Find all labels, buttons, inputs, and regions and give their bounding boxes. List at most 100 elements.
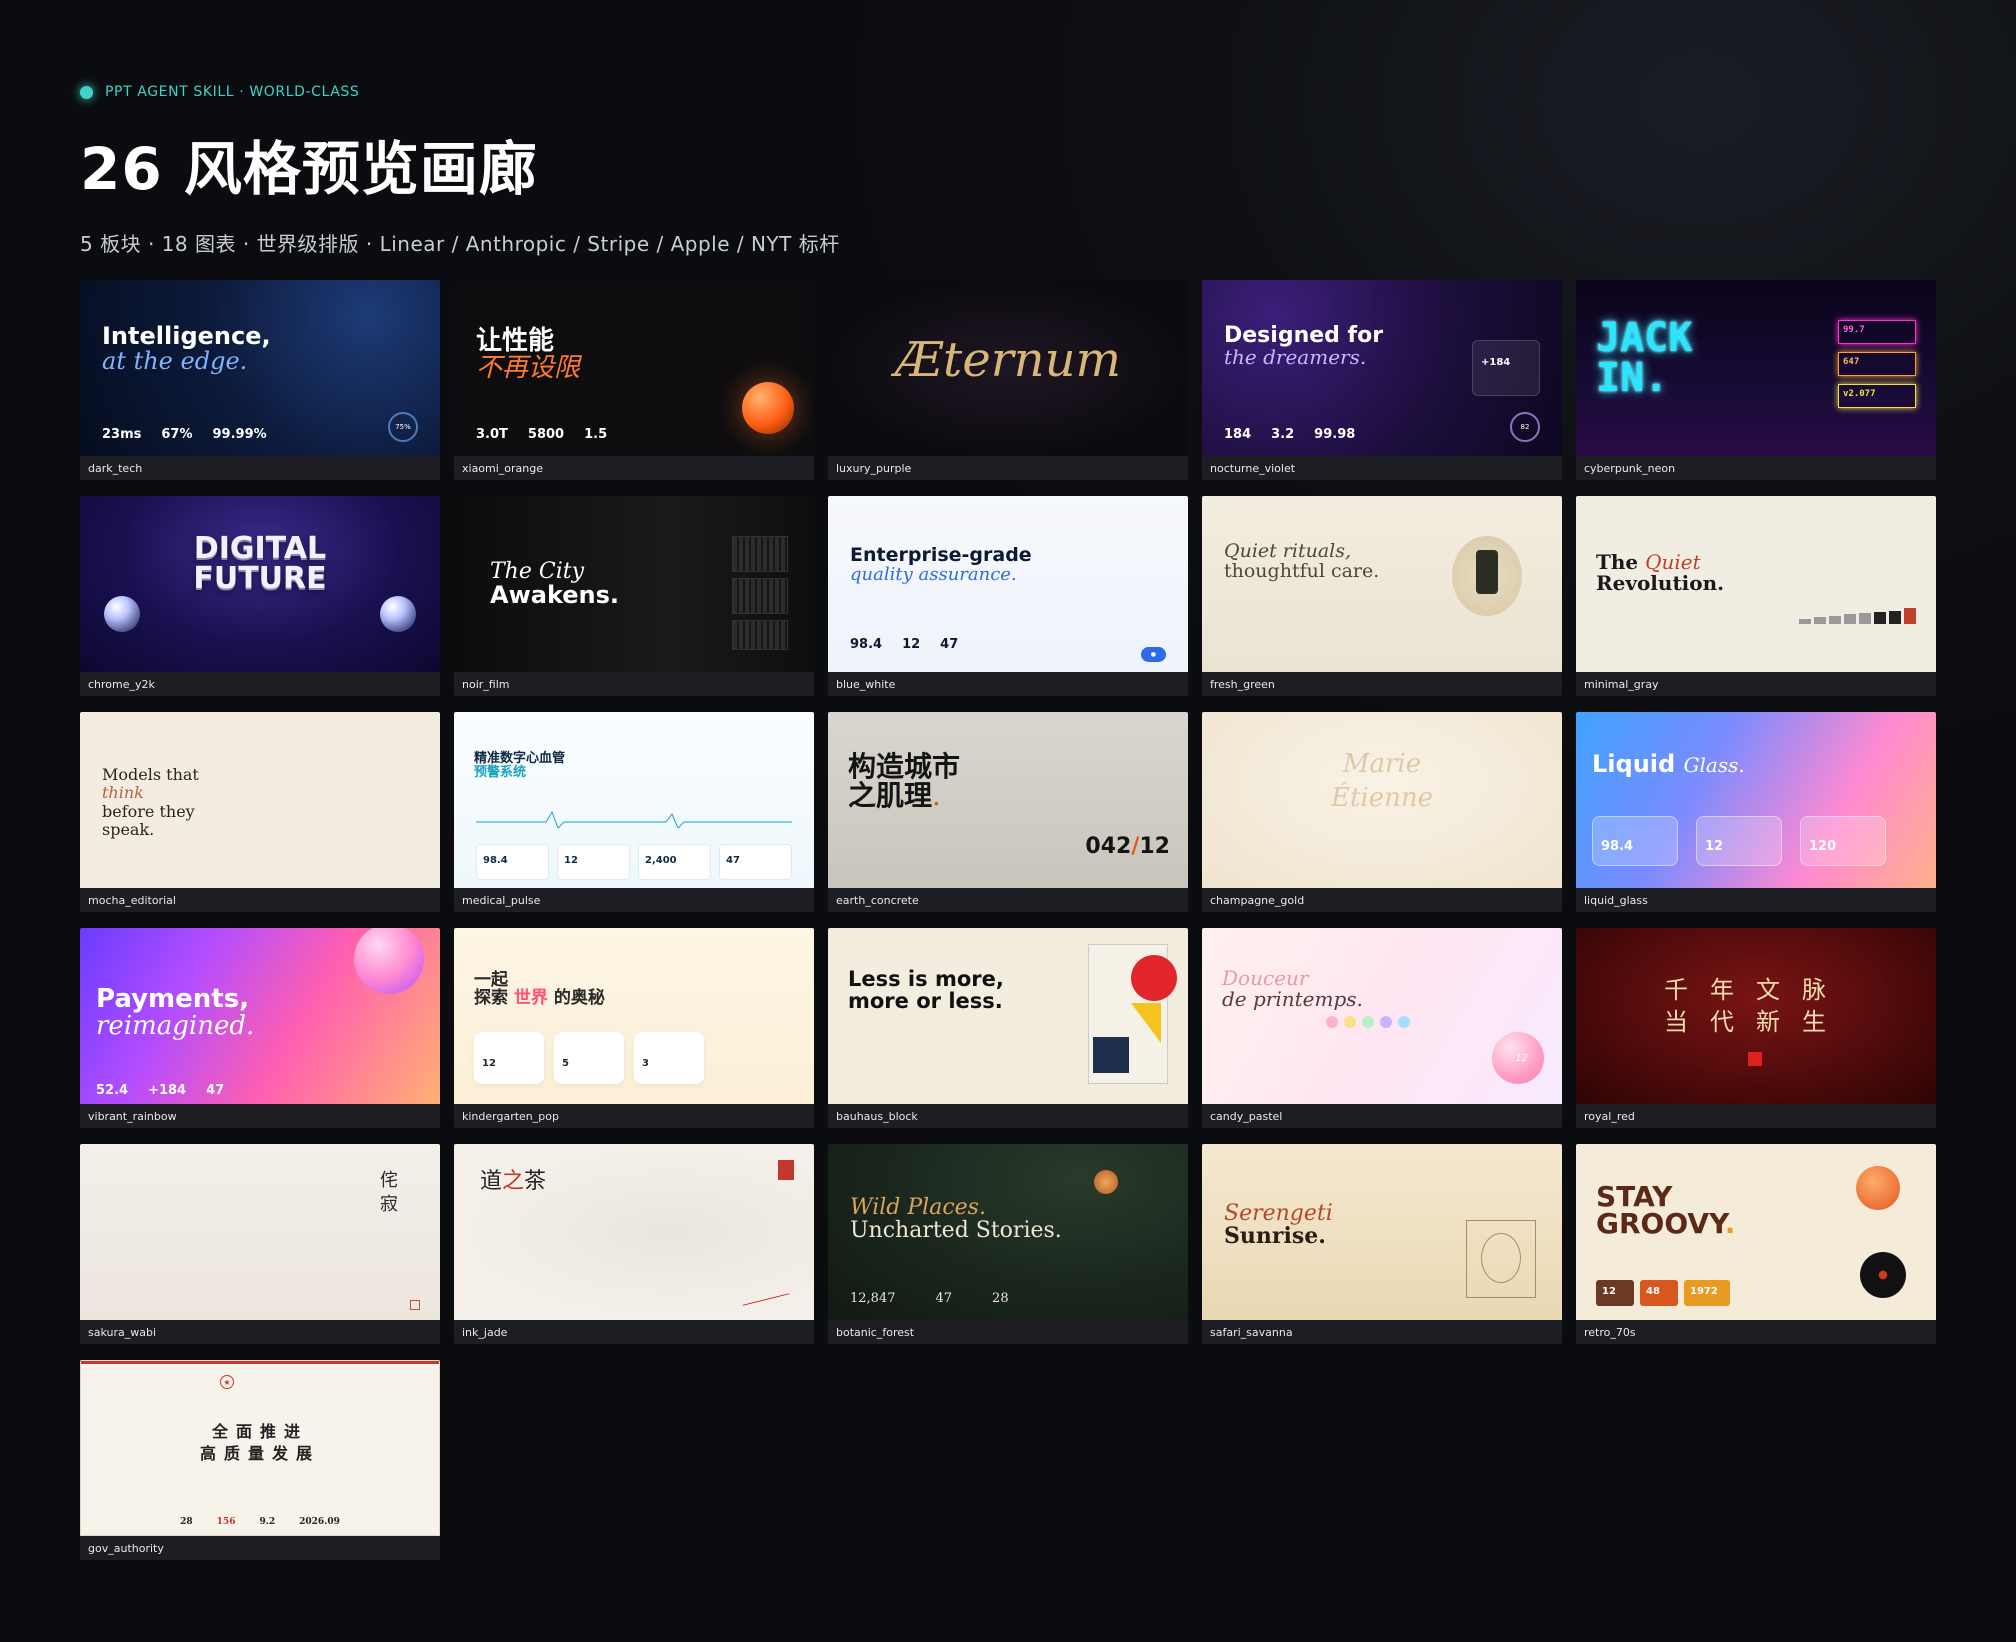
- thumb-headline-line: Uncharted Stories.: [850, 1218, 1062, 1244]
- style-card-xiaomi-orange[interactable]: 让性能 不再设限 3.0T 5800 1.5 xiaomi_orange: [454, 280, 814, 480]
- thumb-headline-line: 全面推进: [211, 1422, 308, 1441]
- thumb-stats: 23ms 67% 99.99%: [102, 427, 267, 442]
- retro-stat-tile: 48: [1640, 1280, 1678, 1306]
- style-card-mocha-editorial[interactable]: Models that think before they speak. moc…: [80, 712, 440, 912]
- thumb-headline-word: 的奥秘: [553, 987, 605, 1008]
- preview-thumbnail: Intelligence, at the edge. 23ms 67% 99.9…: [80, 280, 440, 456]
- thumb-headline: Payments,: [96, 984, 250, 1014]
- preview-thumbnail: Payments, reimagined. 52.4 +184 47: [80, 928, 440, 1104]
- mini-bar: [1814, 617, 1826, 624]
- style-card-minimal-gray[interactable]: The Quiet Revolution. minimal_gray: [1576, 496, 1936, 696]
- style-card-label: chrome_y2k: [80, 672, 440, 696]
- style-card-gov-authority[interactable]: ★ 全面推进 高质量发展 28 156 9.2 2026.09 gov_auth…: [80, 1360, 440, 1560]
- thumb-headline: Liquid Glass.: [1592, 751, 1902, 777]
- style-card-label: kindergarten_pop: [454, 1104, 814, 1128]
- kid-stat-card: 3: [634, 1032, 704, 1084]
- thumb-headline: The Quiet: [1596, 552, 1906, 573]
- thumb-headline: 千年文脉 当代新生: [1576, 974, 1936, 1039]
- style-card-earth-concrete[interactable]: 构造城市 之肌理. 042/12 earth_concrete: [828, 712, 1188, 912]
- gradient-orb-icon: [354, 928, 424, 994]
- style-card-kindergarten-pop[interactable]: 一起 探索 世界 的奥秘 12 5 3 kindergarten_pop: [454, 928, 814, 1128]
- style-card-label: luxury_purple: [828, 456, 1188, 480]
- candy-dot-icon: [1362, 1016, 1374, 1028]
- style-card-liquid-glass[interactable]: Liquid Glass. 98.4 12 120 liquid_glass: [1576, 712, 1936, 912]
- style-card-label: nocturne_violet: [1202, 456, 1562, 480]
- thumb-headline-line: GROOVY.: [1596, 1206, 1736, 1240]
- style-card-royal-red[interactable]: 千年文脉 当代新生 royal_red: [1576, 928, 1936, 1128]
- style-card-medical-pulse[interactable]: 精准数字心血管 预警系统 98.4 12 2,400 47 medical_pu…: [454, 712, 814, 912]
- preview-thumbnail: Designed for the dreamers. +184 184 3.2 …: [1202, 280, 1562, 456]
- thumb-headline: 构造城市: [848, 750, 961, 783]
- progress-ring: 75%: [388, 412, 418, 442]
- style-card-label: liquid_glass: [1576, 888, 1936, 912]
- style-card-label: fresh_green: [1202, 672, 1562, 696]
- thumb-stats: 98.4 12 47: [850, 637, 958, 652]
- thumb-stats: 28 156 9.2 2026.09: [81, 1517, 439, 1527]
- style-card-label: ink_jade: [454, 1320, 814, 1344]
- thumb-headline-accent: think: [102, 783, 144, 803]
- header: PPT AGENT SKILL · WORLD-CLASS 26 风格预览画廊 …: [80, 84, 840, 257]
- preview-thumbnail: 道之茶: [454, 1144, 814, 1320]
- style-card-label: minimal_gray: [1576, 672, 1936, 696]
- pulse-line-icon: [476, 810, 792, 829]
- stat: 12,847: [850, 1291, 896, 1306]
- style-card-label: vibrant_rainbow: [80, 1104, 440, 1128]
- stat: 3.0T: [476, 427, 508, 442]
- thumb-headline: 侘寂: [377, 1170, 398, 1218]
- style-card-nocturne-violet[interactable]: Designed for the dreamers. +184 184 3.2 …: [1202, 280, 1562, 480]
- thumb-headline-line: Marie: [1342, 749, 1422, 779]
- style-card-vibrant-rainbow[interactable]: Payments, reimagined. 52.4 +184 47 vibra…: [80, 928, 440, 1128]
- thumb-headline-line: 当代新生: [1664, 1008, 1848, 1037]
- thumb-headline-line: 高质量发展: [199, 1444, 320, 1464]
- thumb-headline: 道之茶: [480, 1170, 790, 1193]
- style-card-botanic-forest[interactable]: Wild Places. Uncharted Stories. 12,847 4…: [828, 1144, 1188, 1344]
- style-card-noir-film[interactable]: The City Awakens. noir_film: [454, 496, 814, 696]
- style-card-candy-pastel[interactable]: Douceur de printemps. 12 candy_pastel: [1202, 928, 1562, 1128]
- preview-thumbnail: Æternum: [828, 280, 1188, 456]
- red-top-bar: [81, 1361, 439, 1364]
- thumb-headline-line: Étienne: [1330, 782, 1433, 813]
- thumb-headline-accent: quality assurance.: [850, 563, 1017, 585]
- thumb-headline: Douceur: [1222, 966, 1309, 990]
- thumb-headline-word: GROOVY: [1596, 1206, 1725, 1240]
- style-card-blue-white[interactable]: Enterprise-grade quality assurance. 98.4…: [828, 496, 1188, 696]
- style-card-label: gov_authority: [80, 1536, 440, 1560]
- style-card-safari-savanna[interactable]: Serengeti Sunrise. safari_savanna: [1202, 1144, 1562, 1344]
- thumb-headline: Intelligence,: [102, 322, 271, 350]
- style-card-ink-jade[interactable]: 道之茶 ink_jade: [454, 1144, 814, 1344]
- mini-bar: [1874, 612, 1886, 624]
- number-part: 12: [1139, 834, 1170, 859]
- thumb-headline-line: before they: [102, 801, 195, 821]
- thumb-headline-accent: 不再设限: [476, 353, 581, 384]
- thumb-glass-card: +184: [1472, 340, 1540, 396]
- style-card-luxury-purple[interactable]: Æternum luxury_purple: [828, 280, 1188, 480]
- style-card-bauhaus-block[interactable]: Less is more, more or less. bauhaus_bloc…: [828, 928, 1188, 1128]
- style-card-chrome-y2k[interactable]: DIGITAL FUTURE chrome_y2k: [80, 496, 440, 696]
- orange-orb-icon: [742, 382, 794, 434]
- thumb-headline-line: IN.: [1596, 355, 1669, 401]
- style-card-champagne-gold[interactable]: Marie Étienne champagne_gold: [1202, 712, 1562, 912]
- preview-thumbnail: Less is more, more or less.: [828, 928, 1188, 1104]
- thumb-headline-accent: Glass.: [1683, 753, 1745, 777]
- glass-stat-tile: 120: [1800, 816, 1886, 866]
- product-bottle-icon: [1452, 536, 1522, 616]
- cta-button: ●: [1140, 647, 1166, 662]
- mini-bar: [1859, 613, 1871, 624]
- style-card-label: candy_pastel: [1202, 1104, 1562, 1128]
- stat: 47: [940, 637, 959, 652]
- chrome-sphere-icon: [104, 596, 140, 632]
- preview-thumbnail: DIGITAL FUTURE: [80, 496, 440, 672]
- vinyl-record-icon: [1860, 1252, 1906, 1298]
- style-gallery-grid: Intelligence, at the edge. 23ms 67% 99.9…: [80, 280, 1936, 1560]
- style-card-dark-tech[interactable]: Intelligence, at the edge. 23ms 67% 99.9…: [80, 280, 440, 480]
- style-card-sakura-wabi[interactable]: 侘寂 sakura_wabi: [80, 1144, 440, 1344]
- stat: 47: [206, 1083, 225, 1098]
- star-emblem-icon: ★: [220, 1375, 234, 1389]
- style-card-retro-70s[interactable]: STAY GROOVY. 12 48 1972 retro_70s: [1576, 1144, 1936, 1344]
- film-strip-icon: [732, 536, 788, 572]
- style-card-cyberpunk-neon[interactable]: JACK IN. 99.7 647 v2.077 cyberpunk_neon: [1576, 280, 1936, 480]
- candy-dot-icon: [1344, 1016, 1356, 1028]
- preview-thumbnail: 千年文脉 当代新生: [1576, 928, 1936, 1104]
- style-card-label: earth_concrete: [828, 888, 1188, 912]
- style-card-fresh-green[interactable]: Quiet rituals, thoughtful care. fresh_gr…: [1202, 496, 1562, 696]
